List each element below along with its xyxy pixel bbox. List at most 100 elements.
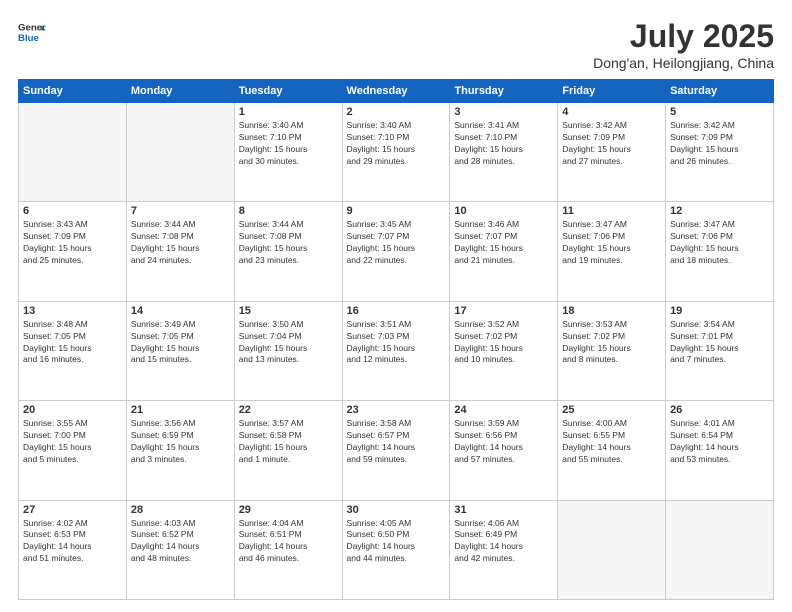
day-info: Sunrise: 3:56 AM Sunset: 6:59 PM Dayligh…	[131, 418, 230, 466]
calendar-cell: 23 Sunrise: 3:58 AM Sunset: 6:57 PM Dayli…	[342, 401, 450, 500]
day-info: Sunrise: 4:00 AM Sunset: 6:55 PM Dayligh…	[562, 418, 661, 466]
calendar-cell: 5 Sunrise: 3:42 AM Sunset: 7:09 PM Daylig…	[666, 103, 774, 202]
calendar-cell: 28 Sunrise: 4:03 AM Sunset: 6:52 PM Dayli…	[126, 500, 234, 599]
calendar-cell: 15 Sunrise: 3:50 AM Sunset: 7:04 PM Dayli…	[234, 301, 342, 400]
calendar-cell: 27Sunrise: 4:02 AM Sunset: 6:53 PM Dayli…	[19, 500, 127, 599]
calendar-cell: 4 Sunrise: 3:42 AM Sunset: 7:09 PM Daylig…	[558, 103, 666, 202]
day-number: 30	[347, 504, 446, 516]
day-number: 1	[239, 106, 338, 118]
week-row-2: 6 Sunrise: 3:43 AM Sunset: 7:09 PM Daylig…	[19, 202, 774, 301]
day-info: Sunrise: 4:05 AM Sunset: 6:50 PM Dayligh…	[347, 518, 446, 566]
calendar-cell: 16Sunrise: 3:51 AM Sunset: 7:03 PM Dayli…	[342, 301, 450, 400]
calendar-cell: 22Sunrise: 3:57 AM Sunset: 6:58 PM Dayli…	[234, 401, 342, 500]
calendar-cell: 31 Sunrise: 4:06 AM Sunset: 6:49 PM Dayli…	[450, 500, 558, 599]
day-info: Sunrise: 3:48 AM Sunset: 7:05 PM Dayligh…	[23, 319, 122, 367]
calendar-cell	[19, 103, 127, 202]
day-info: Sunrise: 4:06 AM Sunset: 6:49 PM Dayligh…	[454, 518, 553, 566]
day-number: 9	[347, 205, 446, 217]
page: General Blue July 2025 Dong'an, Heilongj…	[0, 0, 792, 612]
day-info: Sunrise: 3:42 AM Sunset: 7:09 PM Dayligh…	[562, 120, 661, 168]
logo-icon: General Blue	[18, 18, 46, 46]
calendar-cell	[126, 103, 234, 202]
calendar-cell: 12 Sunrise: 3:47 AM Sunset: 7:06 PM Dayli…	[666, 202, 774, 301]
day-number: 16	[347, 305, 446, 317]
day-info: Sunrise: 3:46 AM Sunset: 7:07 PM Dayligh…	[454, 219, 553, 267]
calendar-cell: 9 Sunrise: 3:45 AM Sunset: 7:07 PM Daylig…	[342, 202, 450, 301]
calendar-cell: 11 Sunrise: 3:47 AM Sunset: 7:06 PM Dayli…	[558, 202, 666, 301]
day-number: 18	[562, 305, 661, 317]
day-info: Sunrise: 3:40 AM Sunset: 7:10 PM Dayligh…	[239, 120, 338, 168]
day-number: 17	[454, 305, 553, 317]
day-number: 28	[131, 504, 230, 516]
calendar-table: Sunday Monday Tuesday Wednesday Thursday…	[18, 79, 774, 600]
day-number: 4	[562, 106, 661, 118]
day-number: 21	[131, 404, 230, 416]
calendar-cell: 7 Sunrise: 3:44 AM Sunset: 7:08 PM Daylig…	[126, 202, 234, 301]
day-info: Sunrise: 3:47 AM Sunset: 7:06 PM Dayligh…	[562, 219, 661, 267]
day-info: Sunrise: 3:55 AM Sunset: 7:00 PM Dayligh…	[23, 418, 122, 466]
calendar-cell: 26Sunrise: 4:01 AM Sunset: 6:54 PM Dayli…	[666, 401, 774, 500]
location: Dong'an, Heilongjiang, China	[593, 55, 774, 71]
calendar-cell: 17 Sunrise: 3:52 AM Sunset: 7:02 PM Dayli…	[450, 301, 558, 400]
week-row-1: 1 Sunrise: 3:40 AM Sunset: 7:10 PM Daylig…	[19, 103, 774, 202]
col-sunday: Sunday	[19, 80, 127, 103]
header: General Blue July 2025 Dong'an, Heilongj…	[18, 18, 774, 71]
col-monday: Monday	[126, 80, 234, 103]
day-info: Sunrise: 4:04 AM Sunset: 6:51 PM Dayligh…	[239, 518, 338, 566]
day-info: Sunrise: 3:42 AM Sunset: 7:09 PM Dayligh…	[670, 120, 769, 168]
day-number: 11	[562, 205, 661, 217]
calendar-cell: 20 Sunrise: 3:55 AM Sunset: 7:00 PM Dayli…	[19, 401, 127, 500]
day-info: Sunrise: 3:40 AM Sunset: 7:10 PM Dayligh…	[347, 120, 446, 168]
day-number: 31	[454, 504, 553, 516]
day-number: 7	[131, 205, 230, 217]
col-thursday: Thursday	[450, 80, 558, 103]
week-row-3: 13Sunrise: 3:48 AM Sunset: 7:05 PM Dayli…	[19, 301, 774, 400]
calendar-cell: 2 Sunrise: 3:40 AM Sunset: 7:10 PM Daylig…	[342, 103, 450, 202]
col-tuesday: Tuesday	[234, 80, 342, 103]
title-block: July 2025 Dong'an, Heilongjiang, China	[593, 18, 774, 71]
svg-text:Blue: Blue	[18, 33, 39, 44]
calendar-cell: 21 Sunrise: 3:56 AM Sunset: 6:59 PM Dayli…	[126, 401, 234, 500]
day-number: 6	[23, 205, 122, 217]
day-number: 20	[23, 404, 122, 416]
col-wednesday: Wednesday	[342, 80, 450, 103]
calendar-cell: 19 Sunrise: 3:54 AM Sunset: 7:01 PM Dayli…	[666, 301, 774, 400]
calendar-cell: 14 Sunrise: 3:49 AM Sunset: 7:05 PM Dayli…	[126, 301, 234, 400]
day-number: 3	[454, 106, 553, 118]
day-number: 10	[454, 205, 553, 217]
day-number: 5	[670, 106, 769, 118]
week-row-5: 27Sunrise: 4:02 AM Sunset: 6:53 PM Dayli…	[19, 500, 774, 599]
day-info: Sunrise: 3:44 AM Sunset: 7:08 PM Dayligh…	[131, 219, 230, 267]
day-number: 24	[454, 404, 553, 416]
day-number: 19	[670, 305, 769, 317]
day-info: Sunrise: 3:45 AM Sunset: 7:07 PM Dayligh…	[347, 219, 446, 267]
logo: General Blue	[18, 18, 46, 46]
day-info: Sunrise: 3:59 AM Sunset: 6:56 PM Dayligh…	[454, 418, 553, 466]
calendar-cell: 13Sunrise: 3:48 AM Sunset: 7:05 PM Dayli…	[19, 301, 127, 400]
day-info: Sunrise: 3:58 AM Sunset: 6:57 PM Dayligh…	[347, 418, 446, 466]
day-info: Sunrise: 3:41 AM Sunset: 7:10 PM Dayligh…	[454, 120, 553, 168]
calendar-cell: 10 Sunrise: 3:46 AM Sunset: 7:07 PM Dayli…	[450, 202, 558, 301]
day-info: Sunrise: 4:01 AM Sunset: 6:54 PM Dayligh…	[670, 418, 769, 466]
day-number: 8	[239, 205, 338, 217]
calendar-cell: 3 Sunrise: 3:41 AM Sunset: 7:10 PM Daylig…	[450, 103, 558, 202]
day-info: Sunrise: 4:03 AM Sunset: 6:52 PM Dayligh…	[131, 518, 230, 566]
day-number: 2	[347, 106, 446, 118]
calendar-cell	[558, 500, 666, 599]
day-info: Sunrise: 3:43 AM Sunset: 7:09 PM Dayligh…	[23, 219, 122, 267]
day-info: Sunrise: 3:47 AM Sunset: 7:06 PM Dayligh…	[670, 219, 769, 267]
day-number: 14	[131, 305, 230, 317]
day-info: Sunrise: 3:53 AM Sunset: 7:02 PM Dayligh…	[562, 319, 661, 367]
col-saturday: Saturday	[666, 80, 774, 103]
day-info: Sunrise: 3:50 AM Sunset: 7:04 PM Dayligh…	[239, 319, 338, 367]
day-number: 12	[670, 205, 769, 217]
calendar-header-row: Sunday Monday Tuesday Wednesday Thursday…	[19, 80, 774, 103]
calendar-cell: 29Sunrise: 4:04 AM Sunset: 6:51 PM Dayli…	[234, 500, 342, 599]
day-number: 15	[239, 305, 338, 317]
day-number: 25	[562, 404, 661, 416]
day-info: Sunrise: 3:49 AM Sunset: 7:05 PM Dayligh…	[131, 319, 230, 367]
day-number: 23	[347, 404, 446, 416]
day-info: Sunrise: 3:57 AM Sunset: 6:58 PM Dayligh…	[239, 418, 338, 466]
day-info: Sunrise: 3:54 AM Sunset: 7:01 PM Dayligh…	[670, 319, 769, 367]
day-info: Sunrise: 3:52 AM Sunset: 7:02 PM Dayligh…	[454, 319, 553, 367]
